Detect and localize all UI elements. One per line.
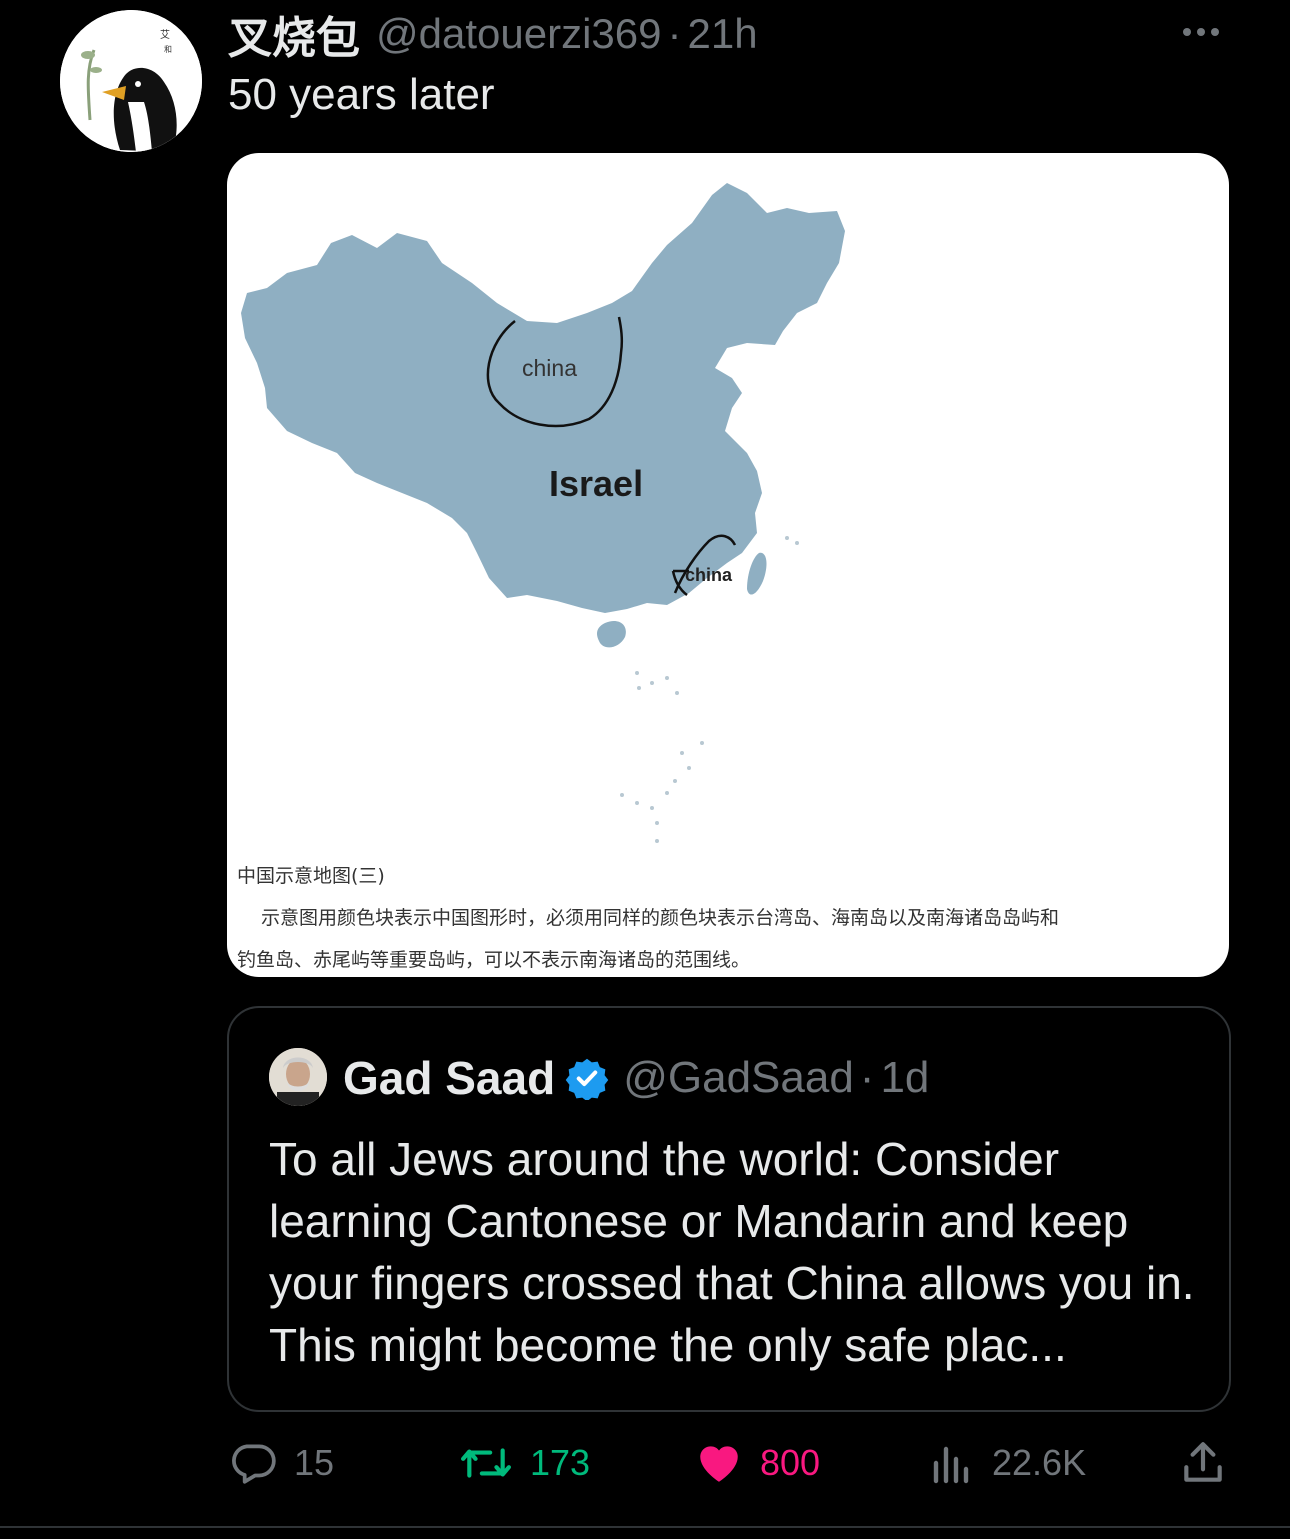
retweet-count: 173: [530, 1442, 591, 1483]
tweet-text: 50 years later: [228, 70, 495, 119]
reply-icon: [232, 1444, 276, 1484]
quoted-author-handle[interactable]: @GadSaad: [623, 1053, 854, 1103]
share-icon: [1184, 1442, 1222, 1482]
more-horizontal-icon: [1183, 28, 1191, 36]
tweet-header: 叉烧包 @datouerzi369 · 21h: [228, 6, 758, 64]
map-caption-line2: 钓鱼岛、赤尾屿等重要岛屿，可以不表示南海诸岛的范围线。: [237, 949, 751, 971]
penguin-avatar-image: 艾 和: [60, 10, 202, 152]
quoted-tweet[interactable]: Gad Saad @GadSaad · 1d To all Jews aroun…: [227, 1006, 1231, 1412]
views-count: 22.6K: [992, 1442, 1087, 1483]
map-label-israel: Israel: [549, 463, 643, 504]
person-avatar-image: [269, 1048, 327, 1106]
separator-dot: ·: [859, 1053, 875, 1102]
map-caption-line1: 示意图用颜色块表示中国图形时，必须用同样的颜色块表示台湾岛、海南岛以及南海诸岛岛…: [261, 907, 1060, 929]
views-icon: [933, 1446, 969, 1484]
quoted-tweet-timestamp[interactable]: 1d: [880, 1053, 929, 1103]
more-options-button[interactable]: [1180, 18, 1228, 46]
map-label-bottom-china: china: [685, 565, 733, 585]
svg-text:和: 和: [164, 45, 172, 54]
share-button[interactable]: [1178, 1430, 1228, 1496]
views-button[interactable]: 22.6K: [928, 1430, 1086, 1496]
like-button[interactable]: 800: [694, 1430, 820, 1496]
divider: [0, 1526, 1290, 1528]
retweet-button[interactable]: 173: [458, 1430, 590, 1496]
map-label-top-china: china: [522, 355, 577, 381]
reply-count: 15: [294, 1442, 335, 1483]
verified-badge-icon: [565, 1058, 609, 1100]
tweet-timestamp[interactable]: 21h: [688, 10, 758, 58]
tweet-actions-bar: 15 173 800 22.6K: [0, 1430, 1290, 1500]
quoted-tweet-header: Gad Saad @GadSaad · 1d: [343, 1048, 929, 1108]
china-map-image: china Israel china: [241, 183, 845, 843]
map-caption-title: 中国示意地图(三): [237, 865, 385, 887]
author-handle[interactable]: @datouerzi369: [376, 10, 662, 58]
quoted-author-avatar[interactable]: [269, 1048, 327, 1106]
like-count: 800: [760, 1442, 821, 1483]
svg-text:艾: 艾: [160, 29, 170, 41]
author-display-name[interactable]: 叉烧包: [228, 2, 360, 66]
avatar[interactable]: 艾 和: [60, 10, 202, 152]
quoted-author-display-name[interactable]: Gad Saad: [343, 1051, 555, 1105]
quoted-tweet-text: To all Jews around the world: Consider l…: [269, 1133, 1195, 1371]
heart-icon: [700, 1446, 738, 1482]
reply-button[interactable]: 15: [228, 1430, 334, 1496]
tweet-media-image[interactable]: china Israel china 中国示意地图(三) 示意图用颜色块表示中国…: [227, 153, 1229, 977]
separator-dot: ·: [667, 10, 682, 57]
retweet-icon: [461, 1448, 511, 1478]
